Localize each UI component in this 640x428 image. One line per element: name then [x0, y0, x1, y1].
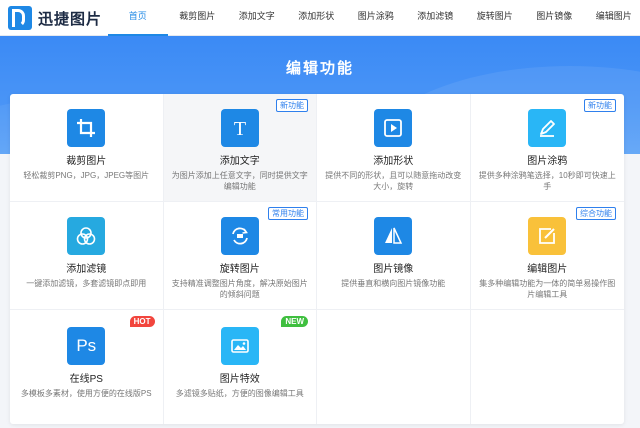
- nav-item-add-text[interactable]: 添加文字: [227, 0, 287, 36]
- tool-desc: 多模板多素材，使用方便的在线版PS: [20, 389, 152, 398]
- new-badge: NEW: [281, 316, 308, 327]
- tool-title: 添加滤镜: [66, 264, 107, 275]
- tool-desc: 为图片添加上任意文字，同时提供文字 编辑功能: [171, 171, 308, 191]
- mirror-icon: [374, 217, 413, 255]
- main-nav: 首页 裁剪图片 添加文字 添加形状 图片涂鸦 添加滤镜 旋转图片 图片镜像 编辑…: [108, 0, 640, 36]
- tool-card-filter[interactable]: 添加滤镜 一键添加滤镜，多套滤镜即点即用: [10, 202, 164, 310]
- tool-card-doodle[interactable]: 新功能 图片涂鸦 提供多种涂鸦笔选择，10秒即可快速上手: [470, 94, 624, 202]
- tool-title: 图片特效: [219, 374, 260, 385]
- tool-title: 图片镜像: [373, 264, 414, 275]
- tool-desc: 提供不同的形状，且可以随意拖动改变 大小，旋转: [325, 171, 462, 191]
- ps-icon: Ps: [67, 327, 106, 365]
- hot-badge: HOT: [129, 316, 155, 327]
- tool-desc: 一键添加滤镜，多套滤镜即点即用: [26, 279, 147, 288]
- logo-icon: [8, 6, 32, 30]
- tools-grid: 裁剪图片 轻松裁剪PNG，JPG，JPEG等图片 新功能 T 添加文字 为图片添…: [10, 94, 624, 424]
- tool-desc: 支持精准调整图片角度，解决原始图片的倾斜问题: [171, 279, 308, 299]
- tool-card-effects[interactable]: NEW 图片特效 多滤镜多贴纸，方便的图像编辑工具: [164, 310, 317, 424]
- crop-icon: [67, 109, 106, 147]
- empty-cell: [471, 310, 625, 424]
- top-navbar: 迅捷图片 首页 裁剪图片 添加文字 添加形状 图片涂鸦 添加滤镜 旋转图片 图片…: [0, 0, 640, 36]
- edit-icon: [528, 217, 567, 255]
- rotate-icon: [220, 217, 259, 255]
- nav-item-edit[interactable]: 编辑图片: [584, 0, 640, 36]
- tool-title: 旋转图片: [219, 264, 260, 275]
- new-feature-badge: 新功能: [584, 99, 616, 112]
- tool-desc: 集多种编辑功能为一体的简单易操作图片编辑工具: [479, 279, 616, 299]
- nav-item-home[interactable]: 首页: [108, 0, 168, 36]
- filter-icon: [67, 217, 106, 255]
- tool-desc: 轻松裁剪PNG，JPG，JPEG等图片: [23, 171, 150, 180]
- nav-item-rotate[interactable]: 旋转图片: [465, 0, 525, 36]
- effect-icon: [220, 327, 259, 365]
- nav-item-crop[interactable]: 裁剪图片: [168, 0, 228, 36]
- tool-card-edit[interactable]: 综合功能 编辑图片 集多种编辑功能为一体的简单易操作图片编辑工具: [470, 202, 624, 310]
- ps-icon-text: Ps: [76, 336, 97, 355]
- tool-title: 图片涂鸦: [527, 156, 568, 167]
- tool-card-rotate[interactable]: 常用功能 旋转图片 支持精准调整图片角度，解决原始图片的倾斜问题: [163, 202, 317, 310]
- svg-text:T: T: [234, 118, 246, 139]
- shape-icon: [374, 109, 413, 147]
- nav-item-doodle[interactable]: 图片涂鸦: [346, 0, 406, 36]
- nav-item-add-shape[interactable]: 添加形状: [287, 0, 347, 36]
- all-in-one-badge: 综合功能: [576, 207, 616, 220]
- brush-icon: [528, 109, 567, 147]
- nav-item-mirror[interactable]: 图片镜像: [525, 0, 585, 36]
- tool-card-add-shape[interactable]: 添加形状 提供不同的形状，且可以随意拖动改变 大小，旋转: [317, 94, 471, 202]
- tool-card-online-ps[interactable]: HOT Ps 在线PS 多模板多素材，使用方便的在线版PS: [10, 310, 164, 424]
- empty-cell: [317, 310, 471, 424]
- tool-card-add-text[interactable]: 新功能 T 添加文字 为图片添加上任意文字，同时提供文字 编辑功能: [163, 94, 317, 202]
- new-feature-badge: 新功能: [276, 99, 308, 112]
- tool-card-mirror[interactable]: 图片镜像 提供垂直和横向图片镜像功能: [317, 202, 471, 310]
- section-title: 编辑功能: [285, 60, 354, 77]
- tool-desc: 多滤镜多贴纸，方便的图像编辑工具: [175, 389, 304, 398]
- common-feature-badge: 常用功能: [268, 207, 308, 220]
- tool-title: 添加形状: [373, 156, 414, 167]
- site-logo[interactable]: 迅捷图片: [8, 6, 102, 30]
- tool-desc: 提供垂直和横向图片镜像功能: [341, 279, 446, 288]
- tool-title: 添加文字: [219, 156, 260, 167]
- tool-title: 裁剪图片: [66, 156, 107, 167]
- logo-text: 迅捷图片: [38, 10, 103, 28]
- nav-item-filter[interactable]: 添加滤镜: [406, 0, 466, 36]
- text-icon: T: [220, 109, 259, 147]
- tool-desc: 提供多种涂鸦笔选择，10秒即可快速上手: [478, 171, 616, 191]
- tool-title: 在线PS: [69, 374, 103, 385]
- tool-title: 编辑图片: [527, 264, 568, 275]
- tool-card-crop[interactable]: 裁剪图片 轻松裁剪PNG，JPG，JPEG等图片: [10, 94, 164, 202]
